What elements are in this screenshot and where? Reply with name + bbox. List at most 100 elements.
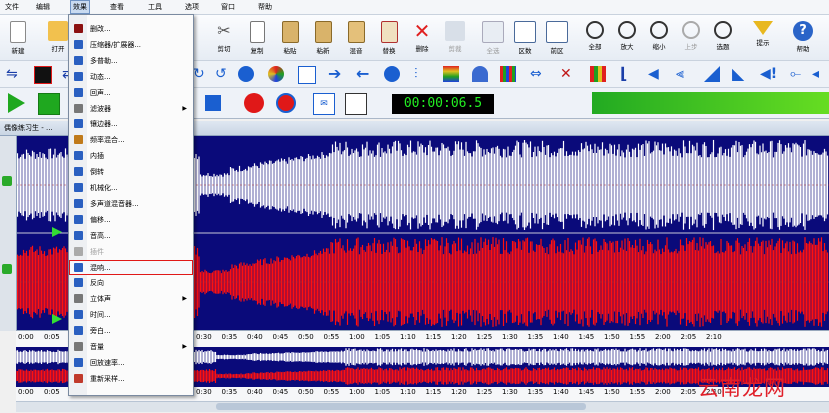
- menu-effects[interactable]: 效果: [70, 0, 90, 14]
- effects-menu-item-label: 多普勒...: [90, 56, 118, 65]
- menu-bar: 文件 编辑 效果 查看 工具 选项 窗口 帮助: [0, 0, 829, 15]
- stretch-icon[interactable]: ⇔: [530, 66, 546, 82]
- menu-options[interactable]: 选项: [183, 1, 201, 13]
- record-mode-icon[interactable]: [276, 93, 296, 113]
- right-arrow-icon[interactable]: ➔: [328, 66, 344, 82]
- resample-icon[interactable]: ✕: [560, 66, 576, 82]
- menu-help[interactable]: 帮助: [256, 1, 274, 13]
- effects-menu-item[interactable]: 音高...: [69, 228, 193, 243]
- effects-menu-item[interactable]: 旁白...: [69, 323, 193, 338]
- track-title[interactable]: 偶像练习生 - ...: [4, 123, 53, 133]
- time-icon: [74, 310, 83, 320]
- ruler-tick-label: 2:05: [680, 333, 697, 341]
- zoom-in-button[interactable]: 放大: [613, 19, 641, 59]
- effects-menu-item[interactable]: 回放速率...: [69, 355, 193, 370]
- left-arrow-icon[interactable]: ←: [356, 66, 372, 82]
- cut-button[interactable]: ✂ 剪切: [210, 19, 238, 59]
- effects-menu-item[interactable]: 偏移...: [69, 212, 193, 227]
- effects-menu-item-label: 时间...: [90, 311, 111, 320]
- effects-menu-item[interactable]: 动态...: [69, 69, 193, 84]
- delete-button[interactable]: ✕ 删除: [408, 19, 436, 59]
- arrows-icon[interactable]: ⇋: [6, 66, 22, 82]
- more-icon[interactable]: ◂: [812, 66, 828, 82]
- undo-zoom-button[interactable]: 上步: [677, 19, 705, 59]
- horizontal-scrollbar[interactable]: [16, 401, 829, 412]
- effects-menu-item[interactable]: 频率混合...: [69, 132, 193, 147]
- ruler-tick-label: 0:45: [272, 333, 289, 341]
- trim-icon: [445, 21, 465, 41]
- copy-button[interactable]: 复制: [243, 19, 271, 59]
- ruler-tick-label: 2:10: [706, 333, 722, 341]
- expand-icon[interactable]: [384, 66, 400, 82]
- stop-record-icon[interactable]: [34, 66, 52, 84]
- split-icon[interactable]: ⟜: [790, 66, 806, 82]
- menu-window[interactable]: 窗口: [219, 1, 237, 13]
- effects-menu-item-label: 动态...: [90, 72, 111, 81]
- stop-icon[interactable]: [205, 95, 221, 111]
- effects-menu-item[interactable]: 镶边器...: [69, 116, 193, 131]
- effects-menu-item[interactable]: 时间...: [69, 307, 193, 322]
- effects-menu-item[interactable]: 立体声 ▶: [69, 291, 193, 306]
- effects-menu-item[interactable]: 反向: [69, 275, 193, 290]
- submenu-arrow-icon: ▶: [182, 104, 187, 112]
- spectrum-icon[interactable]: [443, 66, 459, 82]
- right-channel-check-icon[interactable]: [2, 264, 12, 274]
- fade-in-icon[interactable]: [704, 66, 720, 82]
- replace-icon: [380, 21, 398, 43]
- mix-paste-button[interactable]: 混音: [342, 19, 370, 59]
- zoom-all-button[interactable]: 全部: [581, 19, 609, 59]
- volume-slider-icon[interactable]: ⫷: [676, 66, 692, 82]
- select-all-button[interactable]: 全选: [479, 19, 507, 59]
- effects-menu-item[interactable]: 机械化...: [69, 180, 193, 195]
- window-icon[interactable]: [345, 93, 367, 115]
- zoom-selection-button[interactable]: 选题: [709, 19, 737, 59]
- effects-menu-item[interactable]: 内插: [69, 148, 193, 163]
- paste-new-button[interactable]: 粘新: [309, 19, 337, 59]
- play-loop-icon[interactable]: [38, 93, 60, 115]
- menu-edit[interactable]: 编辑: [34, 1, 52, 13]
- menu-file[interactable]: 文件: [3, 1, 21, 13]
- speaker-icon[interactable]: ◀: [648, 66, 664, 82]
- effects-menu-item-label: 倒转: [90, 168, 104, 177]
- replace-button[interactable]: 替换: [375, 19, 403, 59]
- effects-menu-item[interactable]: 删改...: [69, 21, 193, 36]
- color-wheel-icon[interactable]: [268, 66, 284, 82]
- bracket-icon[interactable]: ⌊: [620, 66, 636, 82]
- echo-icon[interactable]: ↻: [193, 66, 209, 82]
- trim-button[interactable]: 剪裁: [441, 19, 469, 59]
- paste-button[interactable]: 粘贴: [276, 19, 304, 59]
- effects-menu-item[interactable]: 重新采样...: [69, 371, 193, 386]
- effects-menu-item[interactable]: 多普勒...: [69, 53, 193, 68]
- invert-icon[interactable]: ↺: [215, 66, 231, 82]
- menu-view[interactable]: 查看: [108, 1, 126, 13]
- gate-icon[interactable]: [472, 66, 488, 82]
- effects-menu-item[interactable]: 混响...: [69, 259, 193, 275]
- effects-menu-item[interactable]: 滤波器 ▶: [69, 101, 193, 116]
- new-button[interactable]: 新建: [4, 19, 32, 59]
- chart-icon[interactable]: [298, 66, 316, 84]
- help-button[interactable]: ? 帮助: [789, 19, 817, 59]
- zoom-out-button[interactable]: 缩小: [645, 19, 673, 59]
- equalizer-icon[interactable]: ⫶: [414, 66, 430, 82]
- menu-tools[interactable]: 工具: [146, 1, 164, 13]
- alert-speaker-icon[interactable]: ◀!: [760, 66, 777, 82]
- effects-menu-item[interactable]: 倒转: [69, 164, 193, 179]
- vu-icon[interactable]: [590, 66, 606, 82]
- record-icon[interactable]: [244, 93, 264, 113]
- effects-menu-item[interactable]: 压缩器/扩展器...: [69, 37, 193, 52]
- left-channel-check-icon[interactable]: [2, 176, 12, 186]
- prev-region-icon: [546, 21, 568, 43]
- mixer-icon[interactable]: [500, 66, 516, 82]
- fade-out-icon[interactable]: ◣: [732, 66, 748, 82]
- effects-menu-item[interactable]: 音量 ▶: [69, 339, 193, 354]
- effects-menu-item[interactable]: 多声道混音器...: [69, 196, 193, 211]
- region-button[interactable]: 区数: [511, 19, 539, 59]
- scrollbar-thumb[interactable]: [216, 403, 586, 410]
- play-icon[interactable]: [8, 93, 25, 113]
- narration-icon: [74, 326, 83, 336]
- gear-icon[interactable]: [238, 66, 254, 82]
- prev-region-button[interactable]: 前区: [543, 19, 571, 59]
- marker-button[interactable]: 提示: [749, 19, 777, 59]
- effects-menu-item[interactable]: 回声...: [69, 85, 193, 100]
- email-icon[interactable]: ✉: [313, 93, 335, 115]
